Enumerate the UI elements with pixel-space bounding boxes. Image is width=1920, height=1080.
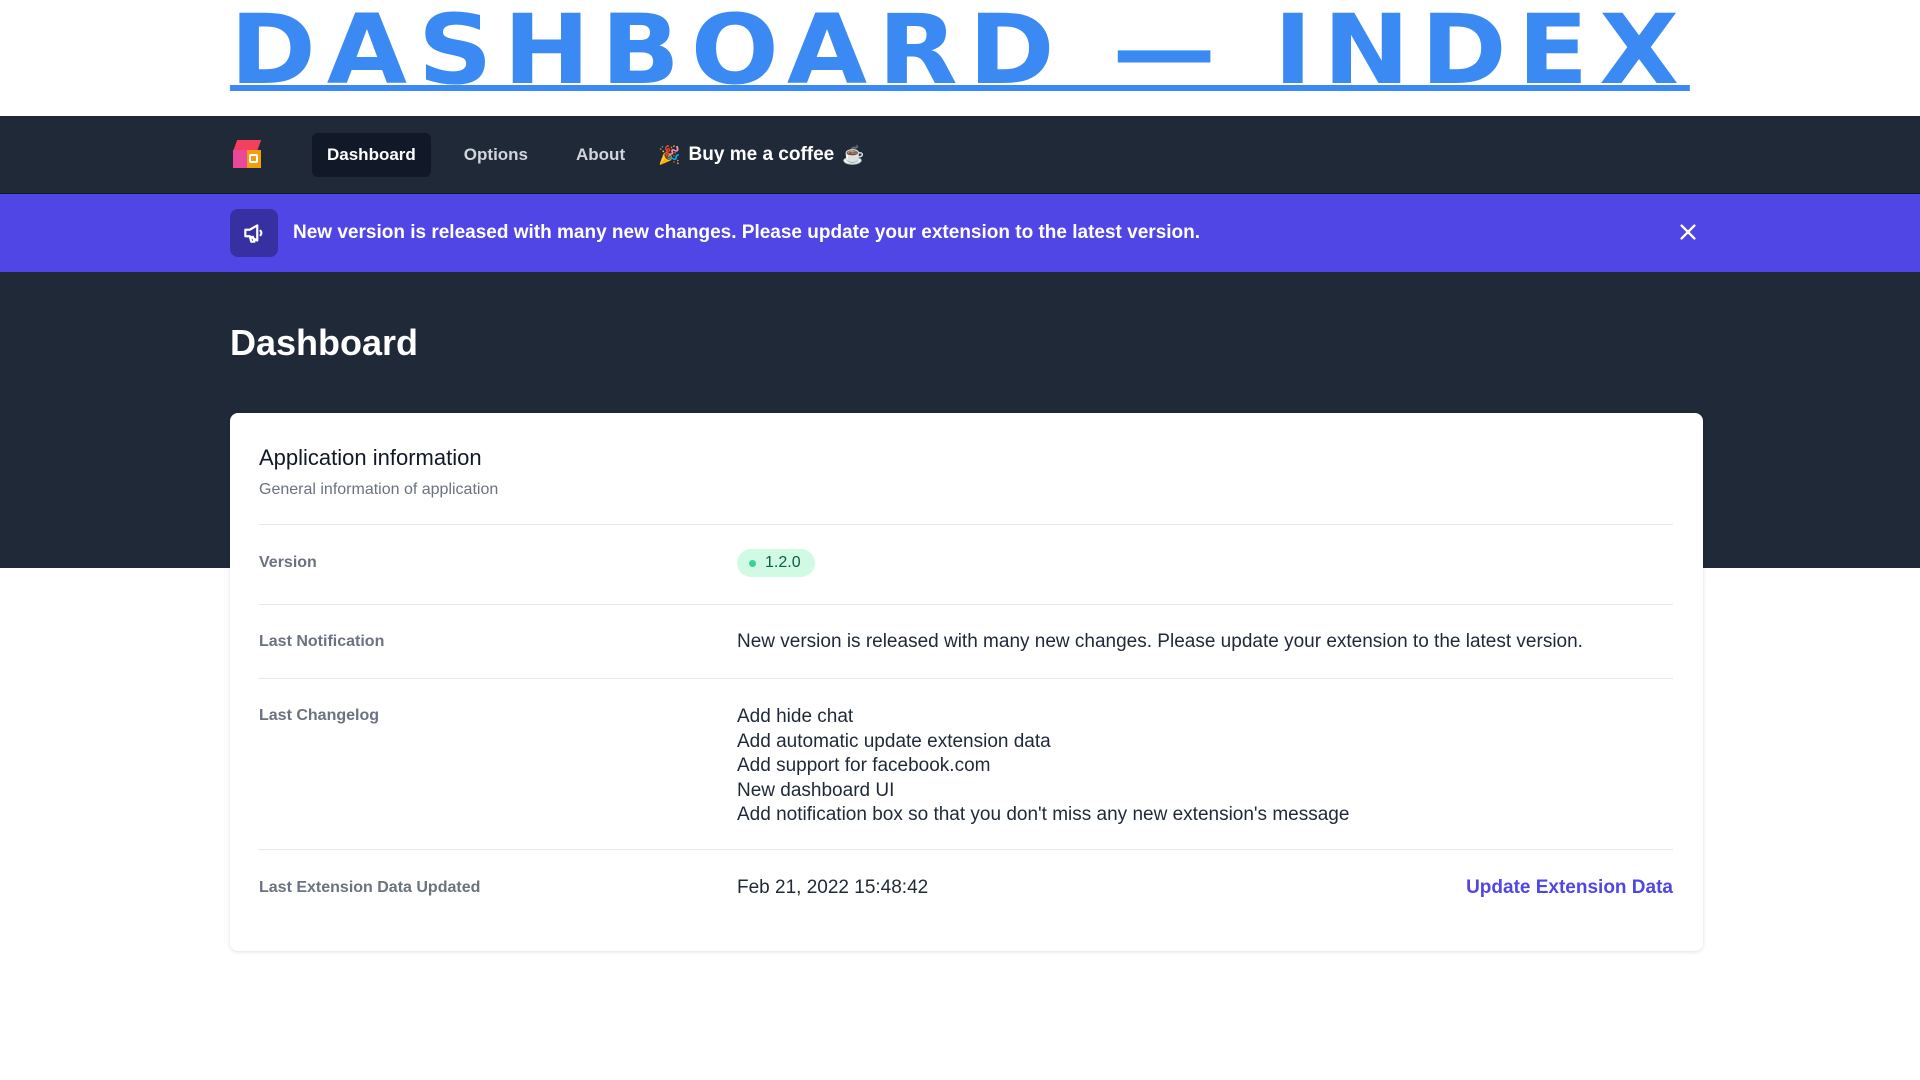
application-info-card: Application information General informat… [230,413,1703,951]
version-badge: 1.2.0 [737,549,815,577]
last-updated-row: Last Extension Data Updated Feb 21, 2022… [259,849,1673,929]
nav-item-options[interactable]: Options [449,133,543,177]
update-extension-data-link[interactable]: Update Extension Data [1466,877,1673,899]
navbar: Dashboard Options About 🎉 Buy me a coffe… [0,116,1920,194]
version-row: Version 1.2.0 [259,524,1673,604]
megaphone-icon [230,209,278,257]
version-value: 1.2.0 [737,549,815,577]
changelog-item: Add automatic update extension data [737,730,1051,752]
buy-me-a-coffee-link[interactable]: 🎉 Buy me a coffee ☕ [658,144,865,166]
version-badge-text: 1.2.0 [765,554,801,571]
changelog-item: Add support for facebook.com [737,755,991,776]
last-changelog-row: Last Changelog Add hide chat Add automat… [259,678,1673,849]
card-title: Application information [259,445,482,470]
changelog-list: Add hide chat Add automatic update exten… [737,705,1349,828]
version-label: Version [259,554,317,571]
banner-title-text: DASHBOARD — INDEX [230,0,1690,106]
card-subtitle: General information of application [259,481,499,498]
changelog-item: Add hide chat [737,706,854,727]
app-logo-icon[interactable] [230,138,264,172]
buy-me-a-coffee-label: Buy me a coffee [688,144,835,165]
changelog-item: Add notification box so that you don't m… [737,804,1350,825]
close-icon[interactable] [1672,216,1704,248]
nav-item-about[interactable]: About [561,133,640,177]
last-updated-value: Feb 21, 2022 15:48:42 [737,877,929,898]
notification-text: New version is released with many new ch… [293,222,1201,243]
changelog-item: New dashboard UI [737,779,895,801]
last-notification-value: New version is released with many new ch… [737,631,1583,652]
status-dot-icon [749,559,756,567]
party-popper-icon: 🎉 [658,144,681,165]
nav-inner: Dashboard Options About 🎉 Buy me a coffe… [230,116,865,194]
nav-item-dashboard[interactable]: Dashboard [312,133,431,177]
last-updated-label: Last Extension Data Updated [259,879,481,896]
notification-bar: New version is released with many new ch… [0,194,1920,272]
last-notification-row: Last Notification New version is release… [259,604,1673,678]
coffee-cup-icon: ☕ [842,144,865,165]
last-notification-label: Last Notification [259,633,385,650]
card-header: Application information General informat… [259,445,498,499]
banner-title: DASHBOARD — INDEX [0,0,1920,116]
page-title: Dashboard [230,322,419,363]
last-changelog-label: Last Changelog [259,707,380,724]
